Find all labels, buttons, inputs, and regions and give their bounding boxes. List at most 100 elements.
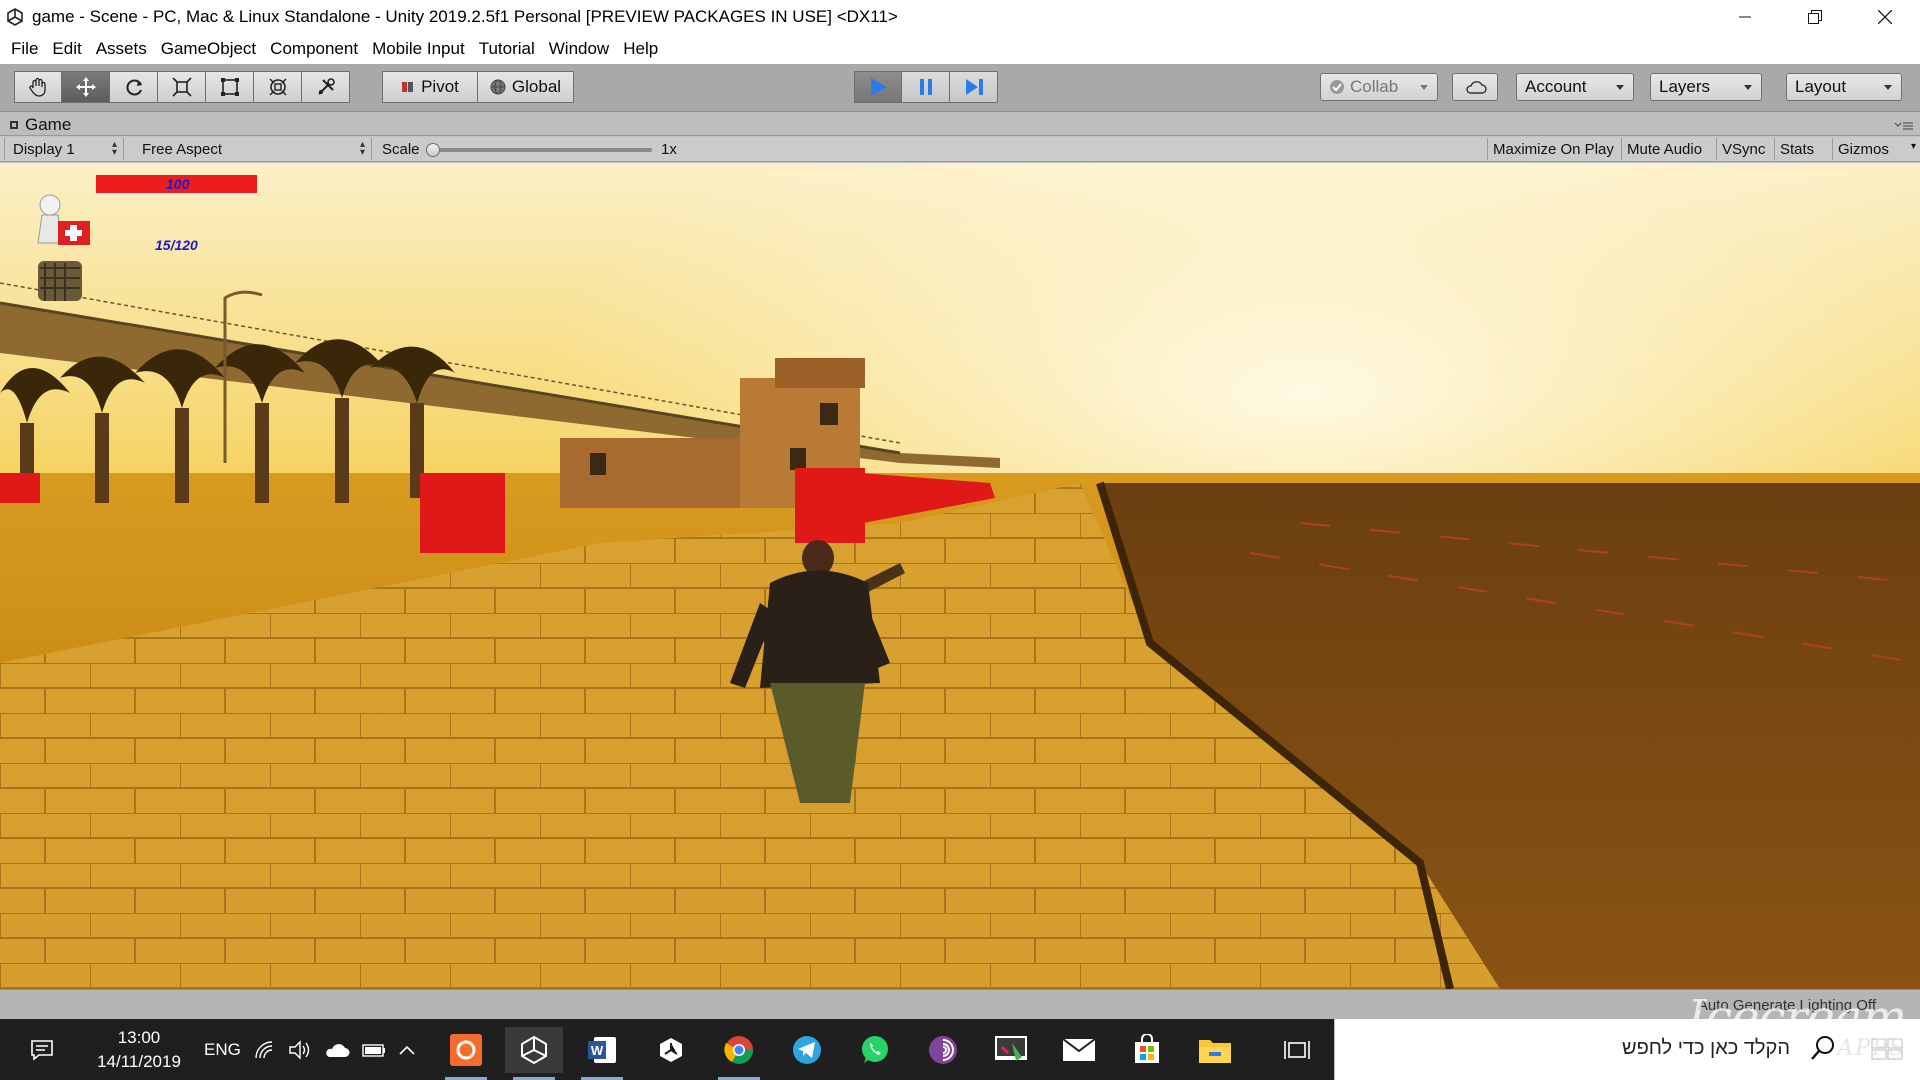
unity-logo-icon [0,0,30,34]
menu-tutorial[interactable]: Tutorial [472,39,542,59]
game-view[interactable]: 100 15/120 [0,163,1920,989]
collab-dropdown[interactable]: Collab [1320,73,1438,101]
chrome-icon [724,1036,753,1064]
aspect-value: Free Aspect [142,140,223,158]
pause-icon [919,79,932,95]
menu-component[interactable]: Component [263,39,365,59]
taskbar-unity-hub[interactable] [642,1027,700,1073]
taskbar-paint[interactable] [982,1027,1040,1073]
menu-window[interactable]: Window [542,39,616,59]
menu-mobile-input[interactable]: Mobile Input [365,39,472,59]
action-center-button[interactable] [30,1019,54,1080]
task-view-icon [1284,1041,1310,1059]
taskbar-origin[interactable] [437,1027,495,1080]
game-view-controls: Display 1 ▴ ▾ Free Aspect ▴ ▾ Scale 1x Max… [0,137,1920,162]
account-label: Account [1525,77,1587,96]
vsync-toggle[interactable]: VSync [1716,138,1770,160]
scale-slider[interactable] [426,143,652,157]
menu-assets[interactable]: Assets [89,39,154,59]
svg-text:W: W [591,1043,604,1058]
menu-edit[interactable]: Edit [45,39,88,59]
restore-icon [1808,10,1822,24]
language-label: ENG [204,1039,241,1059]
game-controller-icon [10,121,18,129]
ammo-icon [38,261,82,301]
taskbar-unity[interactable] [505,1027,563,1080]
tab-menu-button[interactable] [1894,118,1914,135]
cloud-icon [1466,81,1487,94]
scale-label: Scale [382,141,420,158]
language-indicator[interactable]: ENG [204,1019,241,1080]
toolbar: Pivot Global Collab Account Layers Layou… [0,64,1920,112]
layout-label: Layout [1795,77,1847,96]
whatsapp-icon [862,1036,888,1063]
wifi-icon[interactable] [254,1040,276,1060]
paint-icon [995,1036,1027,1061]
pivot-button[interactable]: Pivot [382,71,478,103]
transform-icon [269,78,286,96]
stats-toggle[interactable]: Stats [1774,138,1819,160]
onedrive-icon[interactable] [324,1042,350,1058]
menu-file[interactable]: File [4,39,45,59]
unity-hub-icon [660,1038,682,1062]
step-button[interactable] [950,71,998,103]
move-tool-button[interactable] [62,71,110,103]
taskbar-whatsapp[interactable] [846,1027,904,1073]
task-view-button[interactable] [1268,1027,1326,1073]
play-button[interactable] [854,71,902,103]
title-bar: game - Scene - PC, Mac & Linux Standalon… [0,0,1920,34]
close-button[interactable] [1850,0,1920,34]
layout-dropdown[interactable]: Layout [1786,73,1902,101]
minimize-button[interactable] [1710,0,1780,34]
account-dropdown[interactable]: Account [1516,73,1634,101]
chevron-up-icon[interactable] [398,1044,416,1056]
taskbar-tor[interactable] [914,1027,972,1073]
stats-label: Stats [1780,140,1815,158]
tor-icon [929,1036,957,1064]
taskbar-file-explorer[interactable] [1186,1027,1244,1073]
taskbar-store[interactable] [1118,1027,1176,1073]
rect-tool-button[interactable] [206,71,254,103]
game-tab-header: Game [0,112,1920,136]
display-dropdown[interactable]: Display 1 ▴ ▾ [4,138,124,160]
pause-button[interactable] [902,71,950,103]
taskbar-word[interactable]: W [573,1027,631,1080]
menu-help[interactable]: Help [616,39,665,59]
taskbar-search-box[interactable]: הקלד כאן כדי לחפש [1334,1019,1920,1080]
maximize-on-play-toggle[interactable]: Maximize On Play [1487,138,1619,160]
health-value: 100 [166,176,190,192]
ammo-value: 15/120 [155,237,198,253]
window-title: game - Scene - PC, Mac & Linux Standalon… [32,7,898,26]
restore-button[interactable] [1780,0,1850,34]
battery-icon[interactable] [362,1042,386,1058]
taskbar-telegram[interactable] [778,1027,836,1073]
taskbar-chrome[interactable] [710,1027,768,1080]
scale-value: 1x [661,141,677,158]
clock[interactable]: 13:00 14/11/2019 [84,1019,194,1080]
game-scene [0,163,1920,989]
cloud-button[interactable] [1452,73,1498,101]
hand-tool-button[interactable] [14,71,62,103]
taskbar-mail[interactable] [1050,1027,1108,1073]
updown-arrows-icon: ▴ ▾ [359,139,365,158]
close-icon [1878,10,1892,24]
custom-tool-button[interactable] [302,71,350,103]
scale-tool-button[interactable] [158,71,206,103]
collab-check-icon [1330,80,1344,94]
volume-icon[interactable] [288,1039,312,1060]
menu-gameobject[interactable]: GameObject [154,39,263,59]
scale-slider-thumb[interactable] [426,143,440,157]
transform-tool-button[interactable] [254,71,302,103]
rotate-icon [125,79,142,96]
aspect-dropdown[interactable]: Free Aspect ▴ ▾ [134,138,372,160]
mute-audio-label: Mute Audio [1627,140,1703,158]
mail-icon [1062,1038,1096,1061]
global-button[interactable]: Global [478,71,574,103]
game-tab[interactable]: Game [8,115,71,135]
layers-dropdown[interactable]: Layers [1650,73,1762,101]
gizmos-dropdown[interactable]: Gizmos ▾ [1832,138,1920,160]
rotate-tool-button[interactable] [110,71,158,103]
mute-audio-toggle[interactable]: Mute Audio [1621,138,1707,160]
word-icon: W [588,1037,616,1063]
status-bar: Auto Generate Lighting Off [0,989,1920,1019]
